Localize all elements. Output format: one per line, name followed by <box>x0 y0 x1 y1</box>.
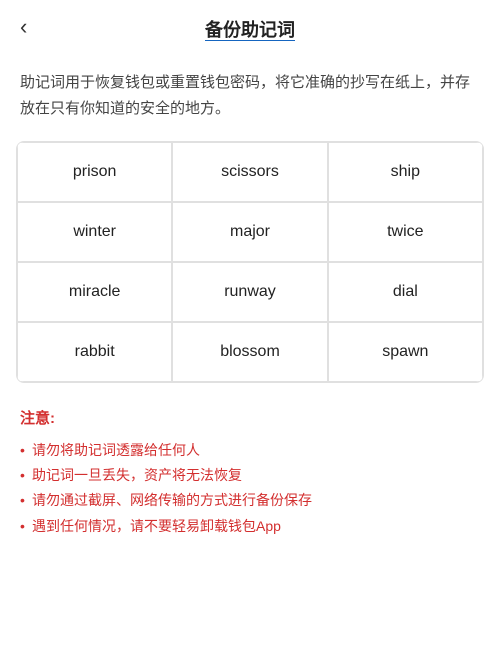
mnemonic-word-1: prison <box>17 142 172 202</box>
mnemonic-word-10: rabbit <box>17 322 172 382</box>
mnemonic-word-5: major <box>172 202 327 262</box>
mnemonic-word-8: runway <box>172 262 327 322</box>
notice-section: 注意: 请勿将助记词透露给任何人助记词一旦丢失，资产将无法恢复请勿通过截屏、网络… <box>0 383 500 559</box>
mnemonic-grid-container: prisonscissorsship wintermajortwice miracl… <box>16 141 484 383</box>
description-text: 助记词用于恢复钱包或重置钱包密码，将它准确的抄写在纸上，并存放在只有你知道的安全… <box>0 54 500 141</box>
back-button[interactable]: ‹ <box>16 12 31 42</box>
mnemonic-word-11: blossom <box>172 322 327 382</box>
mnemonic-word-4: winter <box>17 202 172 262</box>
notice-item-1: 请勿将助记词透露给任何人 <box>20 438 480 463</box>
header: ‹ 备份助记词 <box>0 0 500 54</box>
mnemonic-grid: prisonscissorsship wintermajortwice miracl… <box>17 142 483 382</box>
mnemonic-word-3: ship <box>328 142 483 202</box>
mnemonic-word-7: miracle <box>17 262 172 322</box>
mnemonic-word-6: twice <box>328 202 483 262</box>
mnemonic-word-12: spawn <box>328 322 483 382</box>
mnemonic-word-2: scissors <box>172 142 327 202</box>
notice-title: 注意: <box>20 407 480 428</box>
notice-item-4: 遇到任何情况，请不要轻易卸载钱包App <box>20 514 480 539</box>
notice-item-2: 助记词一旦丢失，资产将无法恢复 <box>20 463 480 488</box>
mnemonic-word-9: dial <box>328 262 483 322</box>
page-title: 备份助记词 <box>205 16 295 42</box>
notice-list: 请勿将助记词透露给任何人助记词一旦丢失，资产将无法恢复请勿通过截屏、网络传输的方… <box>20 438 480 539</box>
notice-item-3: 请勿通过截屏、网络传输的方式进行备份保存 <box>20 488 480 513</box>
